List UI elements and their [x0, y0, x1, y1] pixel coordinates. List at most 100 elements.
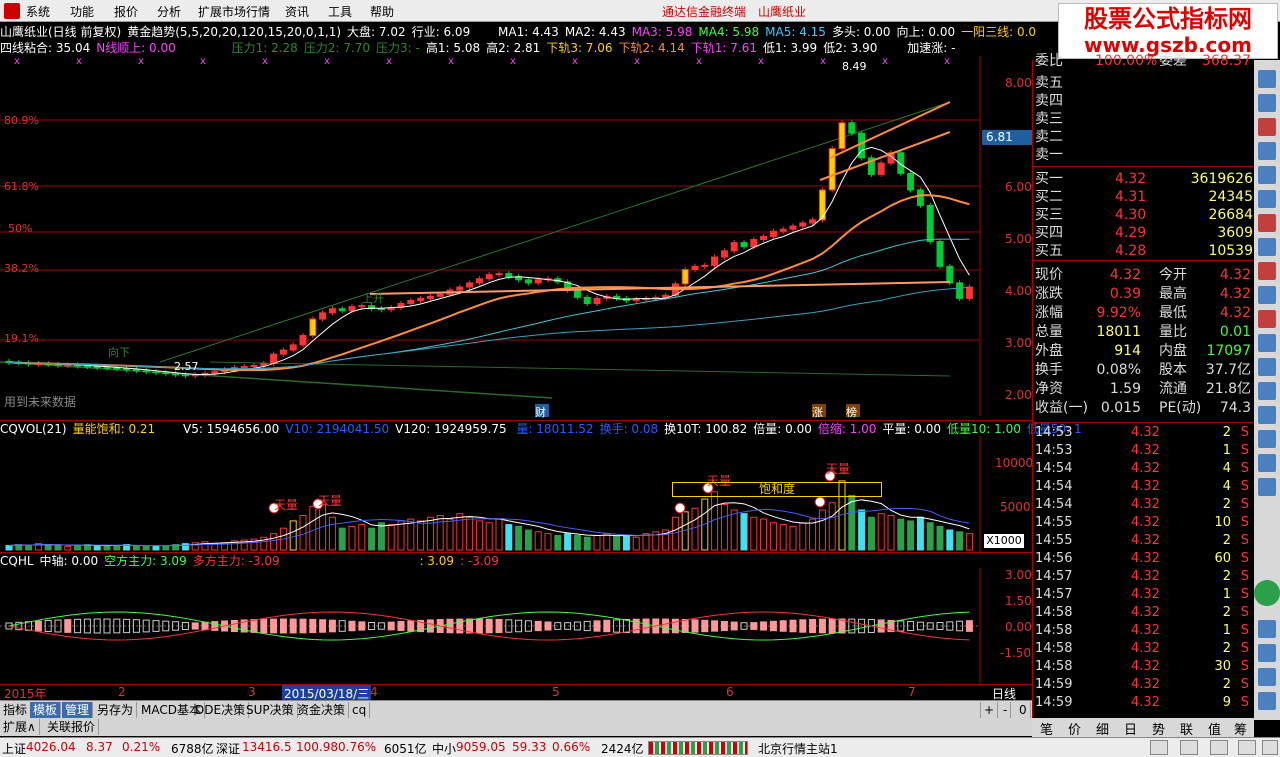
- sell-4-row[interactable]: 卖四: [1035, 92, 1253, 110]
- settings-icon[interactable]: [1262, 740, 1278, 755]
- buy-level-row[interactable]: 买五 4.28 10539: [1035, 242, 1253, 260]
- toolbar-down-icon[interactable]: [1258, 478, 1276, 496]
- stat-label: 现价: [1035, 267, 1063, 283]
- sell-2-row[interactable]: 卖二: [1035, 128, 1253, 146]
- tick-volume: 2: [1222, 605, 1231, 620]
- toolbar-month-icon[interactable]: [1258, 692, 1276, 710]
- quote-stat-row: 涨幅 9.92% 最低 4.32: [1035, 304, 1253, 322]
- tab-extend[interactable]: 扩展∧: [0, 719, 40, 735]
- tab-template[interactable]: 模板: [30, 702, 62, 718]
- toolbar-window-icon[interactable]: [1258, 94, 1276, 112]
- sh-index[interactable]: 4026.04: [26, 740, 76, 754]
- date-axis: 2015年 2 3 2015/03/18/三 4 5 6 7 日线: [0, 684, 1032, 702]
- beiliang-value: 倍量: 0.00: [753, 422, 812, 436]
- baoneng-value: 量能饱和: 0.21: [72, 422, 156, 436]
- toolbar-move-icon[interactable]: [1258, 358, 1276, 376]
- tab-dde[interactable]: DDE决策: [192, 702, 250, 718]
- sell-3-row[interactable]: 卖三: [1035, 110, 1253, 128]
- tab-indicator[interactable]: 指标: [0, 702, 32, 718]
- toolbar-f10-icon[interactable]: [1258, 190, 1276, 208]
- sz-pct: 0.76%: [338, 740, 377, 754]
- tab-zhi[interactable]: 值: [1208, 719, 1221, 738]
- menu-quote[interactable]: 报价: [114, 3, 138, 20]
- current-price-tag: 6.81: [982, 130, 1032, 145]
- cqhl-bar: [799, 619, 807, 633]
- toolbar-kline-icon[interactable]: [1258, 262, 1276, 280]
- cqhl-chart[interactable]: [0, 568, 1032, 684]
- alarm-icon[interactable]: [1180, 740, 1198, 755]
- tab-ri[interactable]: 日: [1124, 719, 1137, 738]
- buy-level-row[interactable]: 买二 4.31 24345: [1035, 188, 1253, 206]
- sell-1-row[interactable]: 卖一: [1035, 146, 1253, 164]
- signal-icon[interactable]: [1150, 740, 1168, 755]
- toolbar-ruler-icon[interactable]: [1258, 454, 1276, 472]
- toolbar-grid-icon[interactable]: [1258, 166, 1276, 184]
- cqhl-axis-label: 1.50: [1005, 594, 1032, 608]
- toolbar-rsi-icon[interactable]: [1258, 334, 1276, 352]
- lock-icon[interactable]: [1210, 740, 1228, 755]
- zx-index[interactable]: 9059.05: [456, 740, 506, 754]
- toolbar-chart-icon[interactable]: [1258, 118, 1276, 136]
- zoom-out-button[interactable]: -: [1000, 702, 1012, 718]
- toolbar-day-icon[interactable]: [1258, 644, 1276, 662]
- cqhl-bar: [603, 619, 611, 633]
- volume-bar: [828, 502, 836, 551]
- toolbar-lock-icon[interactable]: [1258, 406, 1276, 424]
- buy-level-row[interactable]: 买四 4.29 3609: [1035, 224, 1253, 242]
- tab-jia[interactable]: 价: [1068, 719, 1081, 738]
- toolbar-week-icon[interactable]: [1258, 668, 1276, 686]
- buy-level-row[interactable]: 买一 4.32 3619626: [1035, 170, 1253, 188]
- finance-marker[interactable]: 财: [535, 404, 549, 419]
- tab-fund[interactable]: 资金决策: [294, 702, 350, 718]
- quote-stat-row: 涨跌 0.39 最高 4.32: [1035, 285, 1253, 303]
- menu-system[interactable]: 系统: [26, 3, 50, 20]
- toolbar-arrow-icon[interactable]: [1258, 70, 1276, 88]
- toolbar-news-icon[interactable]: [1258, 214, 1276, 232]
- tab-xi[interactable]: 细: [1096, 719, 1109, 738]
- date-month: 5: [552, 685, 560, 699]
- main-candlestick-chart[interactable]: xxxxxxxxxxxxxxxx: [0, 56, 1032, 416]
- volume-bar: [691, 507, 699, 551]
- toolbar-pin-icon[interactable]: [1258, 430, 1276, 448]
- toolbar-sort-icon[interactable]: [1258, 238, 1276, 256]
- toolbar-60-icon[interactable]: [1258, 620, 1276, 638]
- zoom-in-button[interactable]: +: [980, 702, 999, 718]
- candle: [495, 273, 503, 276]
- toolbar-zoom-icon[interactable]: [1258, 382, 1276, 400]
- menu-news[interactable]: 资讯: [285, 3, 309, 20]
- menu-analysis[interactable]: 分析: [157, 3, 181, 20]
- toolbar-sub-icon[interactable]: [1258, 310, 1276, 328]
- tab-lian[interactable]: 联: [1180, 719, 1193, 738]
- volume-bar: [789, 525, 797, 551]
- candle: [681, 268, 689, 285]
- tab-chou[interactable]: 筹: [1234, 719, 1247, 738]
- menu-tools[interactable]: 工具: [328, 3, 352, 20]
- menu-function[interactable]: 功能: [70, 3, 94, 20]
- tab-cq[interactable]: cq: [349, 702, 371, 718]
- tab-save-as[interactable]: 另存为: [94, 702, 138, 718]
- info-icon[interactable]: [1238, 740, 1256, 755]
- tab-shi[interactable]: 势: [1152, 719, 1165, 738]
- sz-index[interactable]: 13416.5: [242, 740, 292, 754]
- marker-x: x: [696, 56, 702, 67]
- menu-ext-market[interactable]: 扩展市场行情: [198, 3, 270, 20]
- toolbar-pen-icon[interactable]: [1258, 286, 1276, 304]
- tab-sup[interactable]: SUP决策: [243, 702, 298, 718]
- tab-manage[interactable]: 管理: [62, 702, 94, 718]
- candle: [573, 289, 581, 298]
- zhang-marker[interactable]: 涨: [812, 404, 826, 419]
- bang-marker[interactable]: 榜: [846, 404, 860, 419]
- candle: [319, 312, 327, 320]
- quote-stat-row: 净资 1.59 流通 21.8亿: [1035, 380, 1253, 398]
- volume-bar: [475, 520, 483, 551]
- tab-bi[interactable]: 笔: [1040, 719, 1053, 738]
- toolbar-circle-icon[interactable]: [1254, 580, 1280, 606]
- stat-value: 37.7亿: [1205, 362, 1251, 378]
- weibi-label: 委比: [1035, 53, 1063, 69]
- toolbar-list-icon[interactable]: [1258, 142, 1276, 160]
- tab-related-quotes[interactable]: 关联报价: [44, 719, 100, 735]
- sell-5-row[interactable]: 卖五: [1035, 74, 1253, 92]
- buy-level-row[interactable]: 买三 4.30 26684: [1035, 206, 1253, 224]
- stat-value: 4.32: [1219, 286, 1251, 302]
- menu-help[interactable]: 帮助: [370, 3, 394, 20]
